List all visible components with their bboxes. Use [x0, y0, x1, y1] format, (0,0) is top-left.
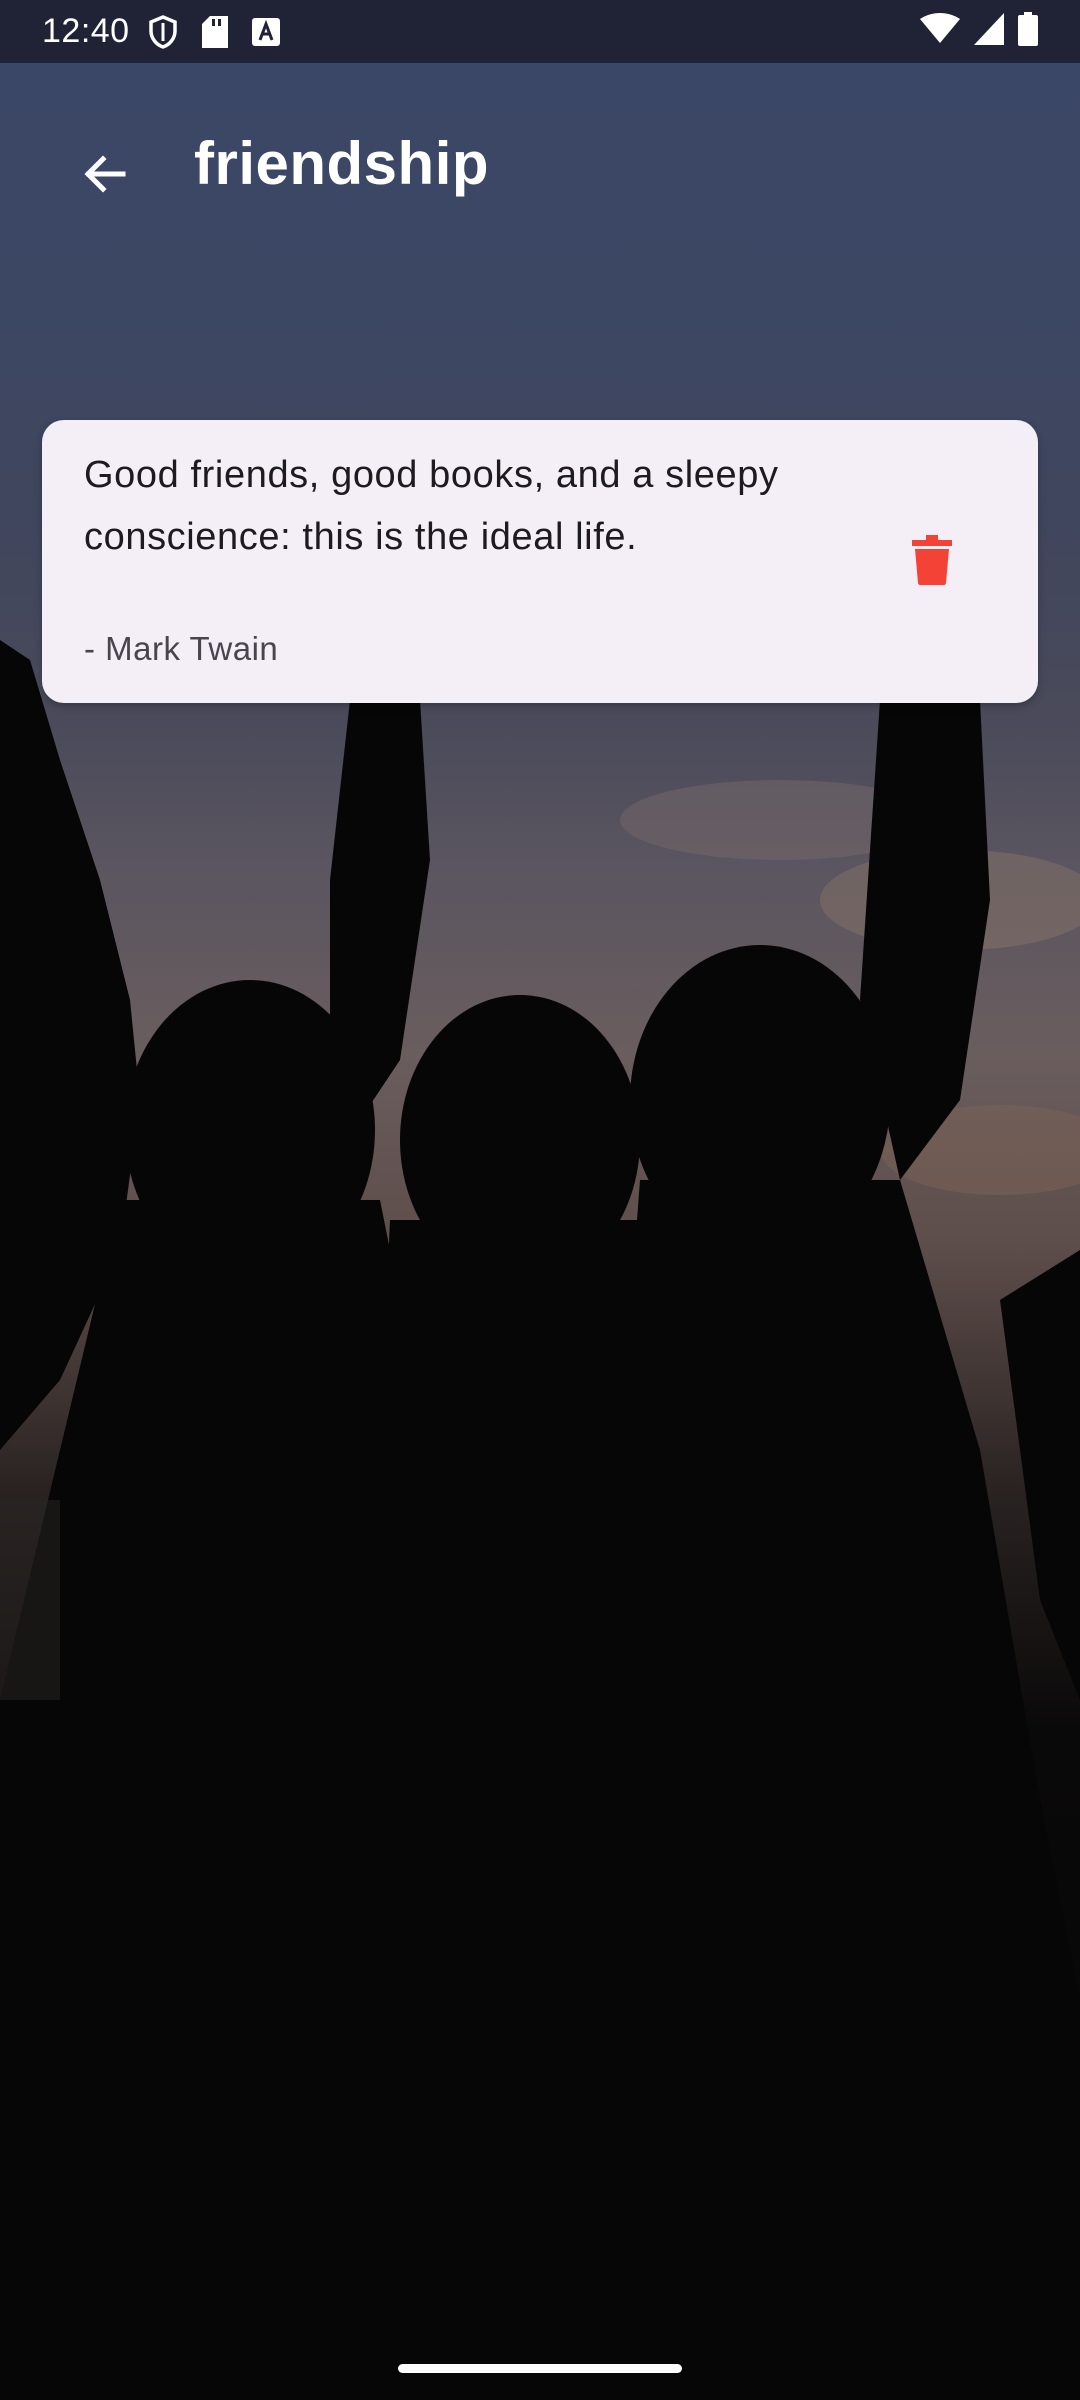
page-title: friendship: [194, 130, 490, 197]
arrow-back-icon: [84, 155, 126, 193]
background-photo: [0, 640, 1080, 2400]
trash-icon: [912, 535, 952, 585]
font-a-icon: [251, 17, 280, 46]
delete-quote-button[interactable]: [882, 510, 982, 610]
shield-icon: [148, 14, 178, 49]
status-time: 12:40: [42, 12, 130, 50]
home-indicator[interactable]: [398, 2364, 682, 2373]
wifi-icon: [920, 13, 960, 50]
signal-icon: [974, 13, 1004, 50]
quote-author: - Mark Twain: [84, 630, 279, 667]
battery-icon: [1018, 12, 1038, 51]
status-right-group: [920, 12, 1038, 51]
quote-card[interactable]: Good friends, good books, and a sleepy c…: [42, 420, 1038, 703]
status-bar: 12:40: [0, 0, 1080, 63]
quote-text: Good friends, good books, and a sleepy c…: [84, 454, 779, 558]
back-button[interactable]: [72, 141, 138, 207]
app-bar: friendship: [0, 63, 1080, 273]
screen: 12:40 friendship Good friends, good book…: [0, 0, 1080, 2400]
sd-card-icon: [201, 15, 228, 48]
